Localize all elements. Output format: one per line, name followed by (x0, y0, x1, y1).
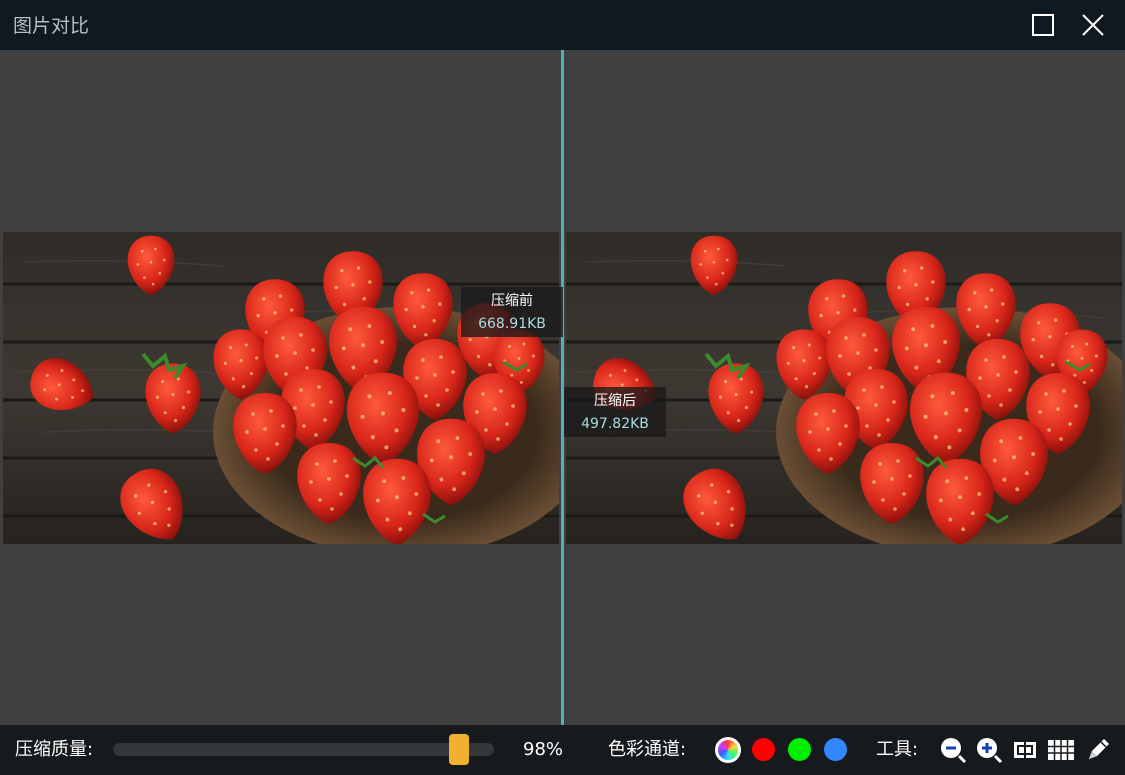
pen-button[interactable] (1084, 736, 1112, 764)
before-file-size: 668.91KB (478, 316, 546, 332)
after-label: 压缩后 (594, 393, 636, 409)
tools-label: 工具: (876, 739, 919, 760)
channel-red-button[interactable] (752, 738, 775, 761)
after-info-badge: 压缩后 497.82KB (564, 387, 666, 437)
quality-value: 98% (523, 739, 564, 760)
quality-slider-track[interactable] (113, 743, 494, 756)
quality-slider-thumb[interactable] (449, 734, 469, 765)
title-bar: 图片对比 (0, 0, 1125, 50)
zoom-in-button[interactable] (975, 736, 1003, 764)
quality-label: 压缩质量: (15, 739, 94, 760)
maximize-icon (1032, 14, 1054, 36)
close-button[interactable] (1077, 9, 1109, 41)
color-channel-label: 色彩通道: (608, 739, 687, 760)
before-panel[interactable] (0, 50, 561, 725)
grid-button[interactable] (1047, 736, 1075, 764)
maximize-button[interactable] (1027, 9, 1059, 41)
channel-blue-button[interactable] (824, 738, 847, 761)
grid-icon (1048, 740, 1074, 760)
channel-all-button[interactable] (715, 737, 741, 763)
image-compare-window: 图片对比 压缩前 668.91KB 压缩后 497.82KB 压缩质量: 98%… (0, 0, 1125, 775)
center-button[interactable] (1011, 736, 1039, 764)
center-icon (1014, 738, 1036, 762)
before-info-badge: 压缩前 668.91KB (461, 287, 563, 337)
zoom-out-icon (941, 738, 967, 764)
window-title: 图片对比 (13, 15, 90, 37)
before-label: 压缩前 (491, 293, 533, 309)
bottom-toolbar: 压缩质量: 98% 色彩通道: 工具: (0, 725, 1125, 775)
zoom-in-icon (977, 738, 1003, 764)
pen-icon (1089, 739, 1109, 759)
after-file-size: 497.82KB (581, 416, 649, 432)
before-image (3, 232, 559, 544)
zoom-out-button[interactable] (939, 736, 967, 764)
close-icon (1082, 14, 1104, 36)
channel-green-button[interactable] (788, 738, 811, 761)
